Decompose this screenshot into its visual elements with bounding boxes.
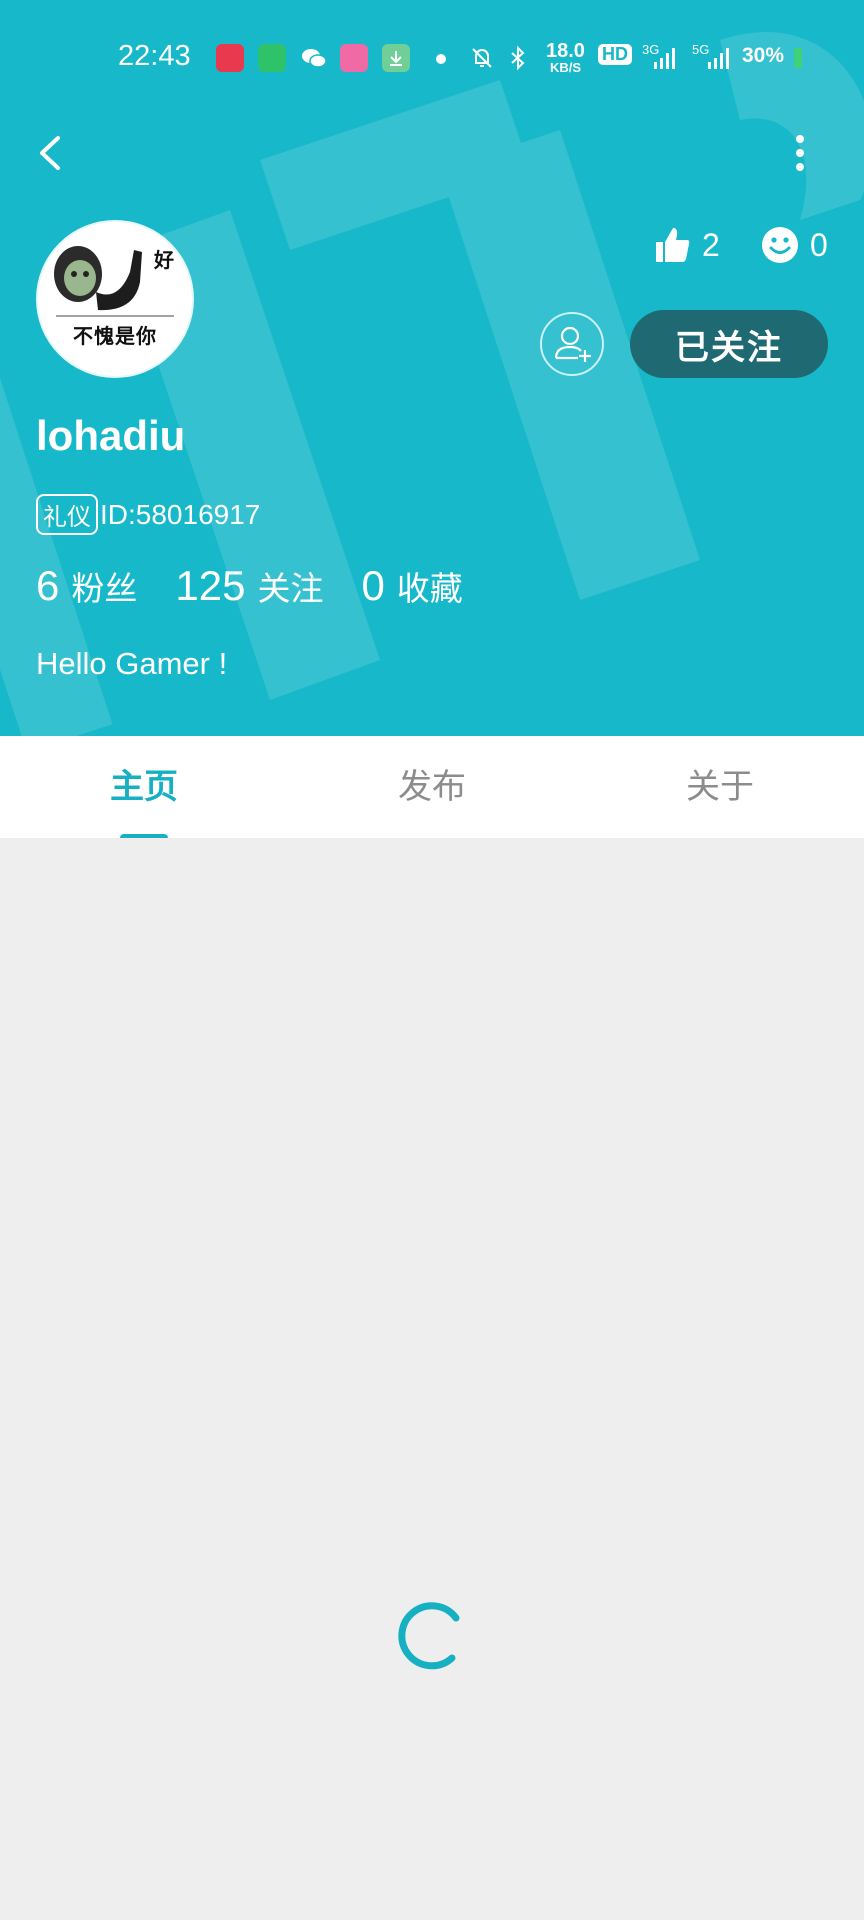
username: lohadiu [36, 412, 186, 459]
fans-count[interactable]: 6 [36, 562, 59, 610]
tab-home[interactable]: 主页 [0, 736, 288, 838]
add-user-icon [554, 326, 591, 362]
more-vertical-icon [796, 135, 804, 171]
user-id-row: 礼仪 ID:58016917 [36, 494, 260, 535]
likes-count: 2 [702, 226, 720, 263]
badge-label: 礼仪 [36, 494, 98, 535]
bilibili-icon [340, 44, 368, 72]
favorites-label[interactable]: 收藏 [397, 562, 463, 610]
wechat-icon [300, 44, 328, 72]
signal-bars-2 [704, 44, 732, 72]
user-id: ID:58016917 [100, 498, 261, 530]
thumbs-up-icon [656, 228, 690, 262]
favorites-count[interactable]: 0 [361, 562, 384, 610]
profile-stats: 6 粉丝 125 关注 0 收藏 [36, 562, 501, 610]
following-count[interactable]: 125 [175, 562, 245, 610]
bell-off-icon [468, 44, 496, 72]
followed-button[interactable]: 已关注 [630, 310, 828, 378]
bluetooth-icon [504, 44, 532, 72]
download-icon [382, 44, 410, 72]
network-speed-unit: KB/S [550, 60, 582, 75]
status-bar: 22:43 18.0 KB/S HD 3G 5G 30% [0, 30, 864, 86]
following-label[interactable]: 关注 [257, 562, 323, 610]
app-green-icon [258, 44, 286, 72]
profile-tabs: 主页 发布 关于 [0, 736, 864, 838]
avatar-corner-text: 好 [154, 248, 174, 272]
more-options-button[interactable] [780, 128, 820, 178]
avatar-caption: 不愧是你 [73, 324, 157, 348]
battery-icon [794, 48, 802, 68]
avatar[interactable]: 好 不愧是你 [36, 220, 194, 378]
signal-bars-1 [650, 44, 678, 72]
user-bio: Hello Gamer ! [36, 646, 228, 681]
tab-content-area [0, 838, 864, 1920]
likes-counter[interactable]: 2 [652, 220, 720, 270]
hd-icon: HD [598, 44, 632, 65]
smiles-counter[interactable]: 0 [760, 220, 828, 270]
smiley-icon [762, 227, 798, 263]
chevron-left-icon [40, 136, 60, 170]
status-time: 22:43 [118, 40, 191, 72]
fans-label[interactable]: 粉丝 [71, 562, 137, 610]
dot-icon [436, 54, 446, 64]
back-button[interactable] [30, 128, 74, 178]
battery-level: 30% [742, 44, 785, 67]
loading-spinner-icon [398, 1602, 460, 1670]
smiles-count: 0 [810, 226, 828, 263]
add-friend-button[interactable] [540, 312, 604, 376]
tab-about[interactable]: 关于 [576, 736, 864, 838]
profile-header: 22:43 18.0 KB/S HD 3G 5G 30% 好 不愧是你 2 0 … [0, 0, 864, 736]
screen-record-icon [216, 44, 244, 72]
tab-posts[interactable]: 发布 [288, 736, 576, 838]
